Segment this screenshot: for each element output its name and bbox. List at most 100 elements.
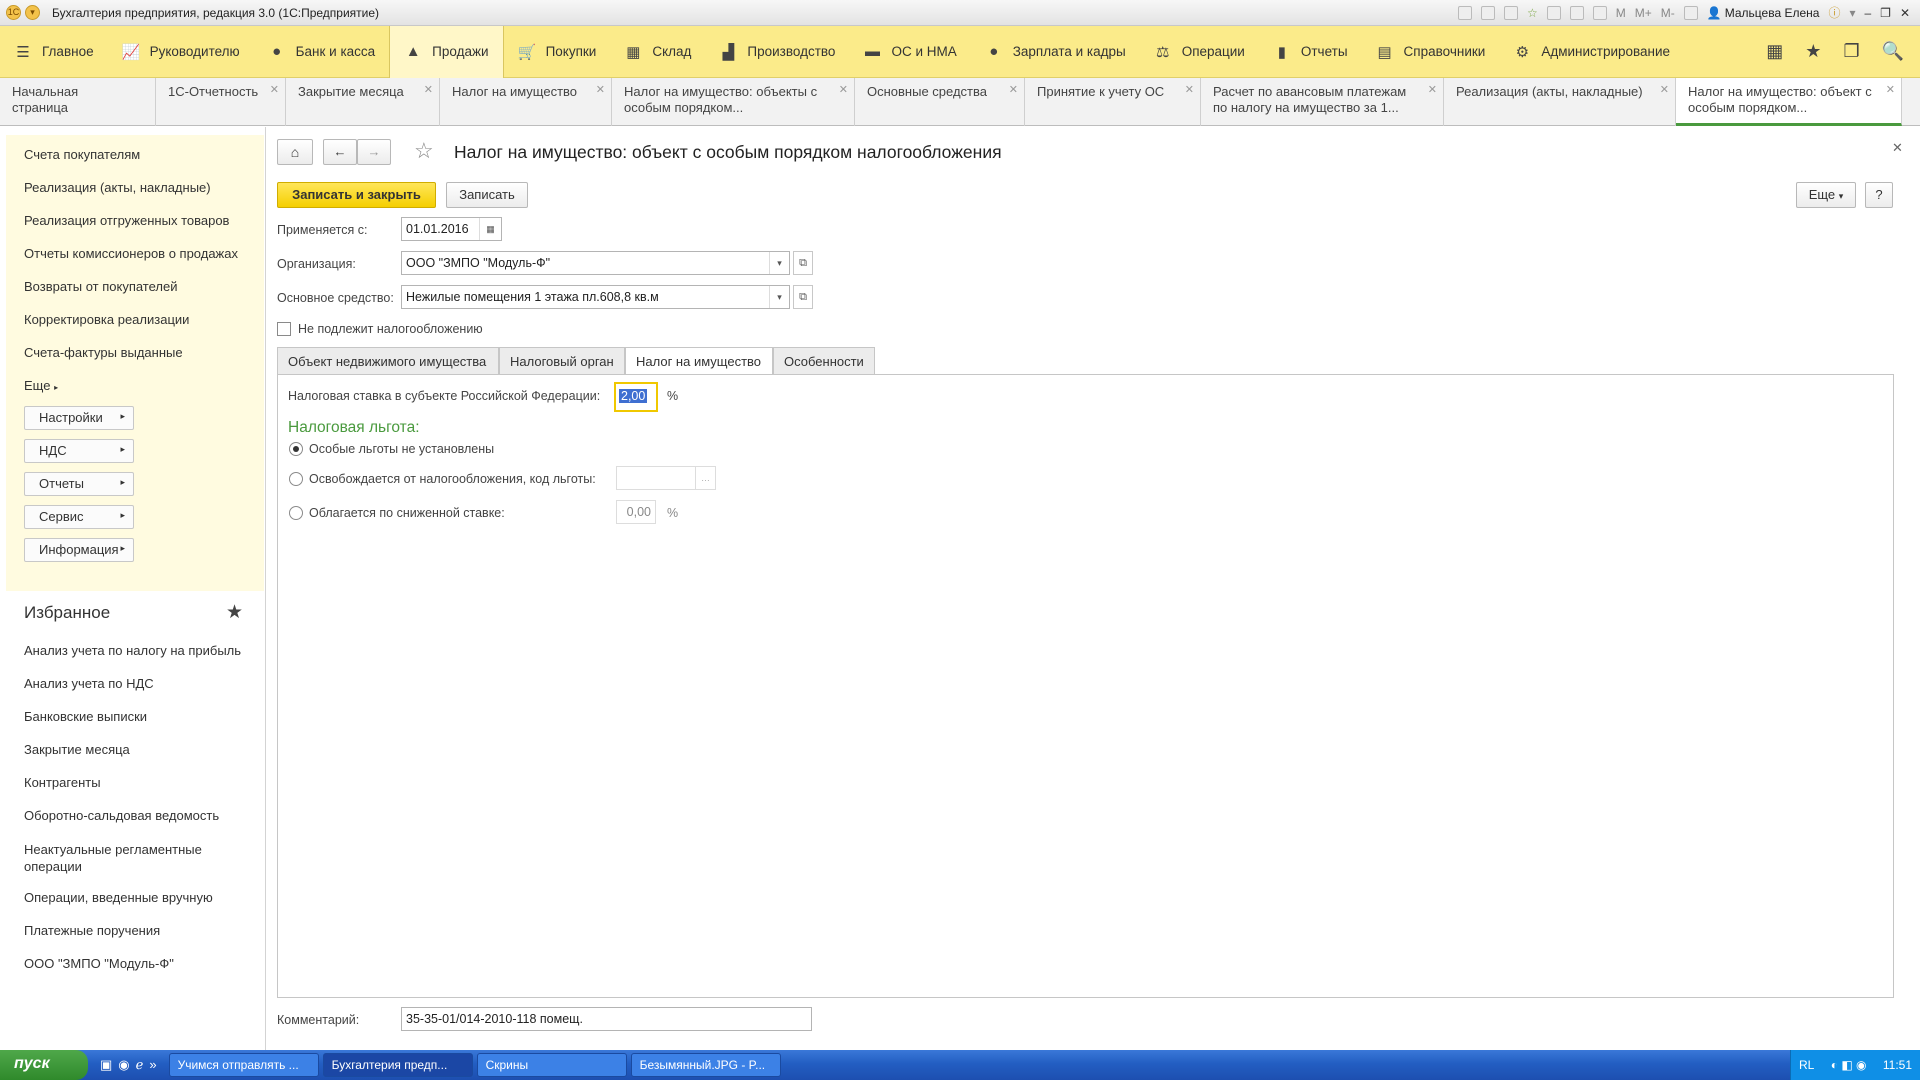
back-button[interactable]: ←	[323, 139, 357, 165]
link-more[interactable]: Еще ▸	[24, 378, 58, 393]
favorite-item[interactable]: Анализ учета по налогу на прибыль	[24, 643, 241, 658]
link-commissioner-reports[interactable]: Отчеты комиссионеров о продажах	[24, 246, 238, 261]
preview-icon[interactable]	[1504, 5, 1518, 20]
vat-button[interactable]: НДС ▸	[24, 439, 134, 463]
exempt-radio[interactable]	[289, 472, 303, 486]
history-icon[interactable]	[1546, 5, 1561, 20]
tray-icons[interactable]: ◐ ◧ ◉	[1831, 1058, 1867, 1072]
info-icon[interactable]: ⓘ	[1828, 4, 1840, 21]
chevron-down-icon[interactable]: ▾	[769, 252, 789, 274]
memory-m-button[interactable]: M	[1616, 6, 1626, 20]
dropdown-icon[interactable]: ▾	[1849, 6, 1855, 20]
save-button[interactable]: Записать	[446, 182, 528, 208]
service-button[interactable]: Сервис ▸	[24, 505, 134, 529]
section-sales[interactable]: ▲ Продажи	[389, 25, 504, 78]
favorites-icon[interactable]: ★	[1805, 41, 1821, 62]
close-icon[interactable]: ✕	[1900, 6, 1910, 20]
section-warehouse[interactable]: ▦ Склад	[610, 26, 705, 78]
chevron-down-icon[interactable]: ▾	[769, 286, 789, 308]
no-benefits-radio[interactable]	[289, 442, 303, 456]
close-tab-icon[interactable]: ✕	[270, 82, 279, 98]
memory-plus-button[interactable]: M+	[1635, 6, 1652, 20]
layout-icon[interactable]	[1683, 5, 1698, 20]
section-operations[interactable]: ⚖ Операции	[1140, 26, 1259, 78]
save-and-close-button[interactable]: Записать и закрыть	[277, 182, 436, 208]
section-fixed-assets[interactable]: ▬ ОС и НМА	[849, 26, 970, 78]
favorites-star-icon[interactable]: ★	[226, 601, 243, 624]
user-name[interactable]: Мальцева Елена	[1725, 6, 1820, 20]
benefit-code-input[interactable]: …	[616, 466, 716, 490]
tab-real-estate-object[interactable]: Объект недвижимого имущества	[277, 347, 499, 375]
favorite-item[interactable]: Закрытие месяца	[24, 742, 130, 757]
minimize-icon[interactable]: –	[1864, 6, 1871, 20]
section-reports[interactable]: ▮ Отчеты	[1259, 26, 1362, 78]
search-icon[interactable]: 🔍	[1882, 41, 1904, 62]
open-organization-icon[interactable]: ⧉	[793, 251, 813, 275]
select-ellipsis-icon[interactable]: …	[695, 467, 715, 489]
memory-minus-button[interactable]: M-	[1661, 6, 1675, 20]
tab-property-tax-object-active[interactable]: Налог на имущество: объект с особым поря…	[1676, 78, 1902, 126]
app-logo-icon[interactable]: 1С	[6, 5, 21, 20]
section-catalogs[interactable]: ▤ Справочники	[1362, 26, 1500, 78]
ie-icon[interactable]: ℯ	[136, 1057, 144, 1073]
favorite-item[interactable]: Платежные поручения	[24, 923, 160, 938]
close-tab-icon[interactable]: ✕	[1009, 82, 1018, 98]
calculator-icon[interactable]	[1569, 5, 1584, 20]
close-tab-icon[interactable]: ✕	[424, 82, 433, 98]
link-shipped-goods[interactable]: Реализация отгруженных товаров	[24, 213, 229, 228]
close-tab-icon[interactable]: ✕	[839, 82, 848, 98]
favorite-star-icon[interactable]: ☆	[414, 138, 434, 164]
reduced-rate-radio[interactable]	[289, 506, 303, 520]
taskbar-task[interactable]: Учимся отправлять ...	[168, 1053, 319, 1077]
save-icon[interactable]	[1458, 5, 1472, 20]
section-bank[interactable]: ● Банк и касса	[254, 26, 390, 78]
history-icon[interactable]: ❐	[1843, 41, 1859, 62]
print-icon[interactable]	[1481, 5, 1495, 20]
taskbar-task[interactable]: Безымянный.JPG - P...	[630, 1053, 781, 1077]
information-button[interactable]: Информация ▸	[24, 538, 134, 562]
favorite-item[interactable]: Банковские выписки	[24, 709, 147, 724]
tab-sales-invoices[interactable]: Реализация (акты, накладные) ✕	[1444, 78, 1676, 126]
favorite-item[interactable]: Контрагенты	[24, 775, 101, 790]
tab-property-tax[interactable]: Налог на имущество	[625, 347, 773, 375]
more-actions-button[interactable]: Еще ▾	[1796, 182, 1856, 208]
tab-asset-acceptance[interactable]: Принятие к учету ОС ✕	[1025, 78, 1201, 126]
home-button[interactable]: ⌂	[277, 139, 313, 165]
comment-input[interactable]: 35-35-01/014-2010-118 помещ.	[401, 1007, 812, 1031]
tab-1c-reporting[interactable]: 1С-Отчетность ✕	[156, 78, 286, 126]
close-tab-icon[interactable]: ✕	[1428, 82, 1437, 98]
favorite-item[interactable]: Оборотно-сальдовая ведомость	[24, 808, 219, 823]
section-purchases[interactable]: 🛒 Покупки	[504, 26, 611, 78]
all-functions-icon[interactable]: ▦	[1766, 41, 1783, 62]
taskbar-task[interactable]: Скрины	[476, 1053, 627, 1077]
tax-rate-input[interactable]: 2,00	[614, 382, 658, 412]
tab-fixed-assets[interactable]: Основные средства ✕	[855, 78, 1025, 126]
section-admin[interactable]: ⚙ Администрирование	[1499, 26, 1684, 78]
favorite-item[interactable]: ООО "ЗМПО "Модуль-Ф"	[24, 956, 174, 971]
close-tab-icon[interactable]: ✕	[1660, 82, 1669, 98]
link-sales-adjustment[interactable]: Корректировка реализации	[24, 312, 189, 327]
reduced-rate-input[interactable]: 0,00	[616, 500, 656, 524]
link-issued-invoices[interactable]: Счета-фактуры выданные	[24, 345, 183, 360]
quicklaunch-icon[interactable]: ▣	[100, 1057, 112, 1073]
link-sales-acts[interactable]: Реализация (акты, накладные)	[24, 180, 211, 195]
link-customer-returns[interactable]: Возвраты от покупателей	[24, 279, 178, 294]
close-tab-icon[interactable]: ✕	[1185, 82, 1194, 98]
close-form-icon[interactable]: ✕	[1892, 140, 1903, 156]
tab-property-tax[interactable]: Налог на имущество ✕	[440, 78, 612, 126]
restore-icon[interactable]: ❐	[1880, 6, 1891, 20]
link-customer-invoices[interactable]: Счета покупателям	[24, 147, 140, 162]
section-production[interactable]: ▟ Производство	[705, 26, 849, 78]
asset-select[interactable]: Нежилые помещения 1 этажа пл.608,8 кв.м …	[401, 285, 790, 309]
tab-tax-authority[interactable]: Налоговый орган	[499, 347, 625, 375]
reports-button[interactable]: Отчеты ▸	[24, 472, 134, 496]
close-tab-icon[interactable]: ✕	[1886, 82, 1895, 98]
favorite-item[interactable]: Операции, введенные вручную	[24, 890, 213, 905]
start-button[interactable]: пуск	[0, 1050, 88, 1080]
section-main[interactable]: ☰ Главное	[0, 26, 108, 78]
tab-specifics[interactable]: Особенности	[773, 347, 875, 375]
tab-month-closing[interactable]: Закрытие месяца ✕	[286, 78, 440, 126]
app-menu-chevron-icon[interactable]: ▾	[25, 5, 40, 20]
more-quicklaunch-icon[interactable]: »	[149, 1057, 156, 1073]
tab-home[interactable]: Начальная страница	[0, 78, 156, 126]
